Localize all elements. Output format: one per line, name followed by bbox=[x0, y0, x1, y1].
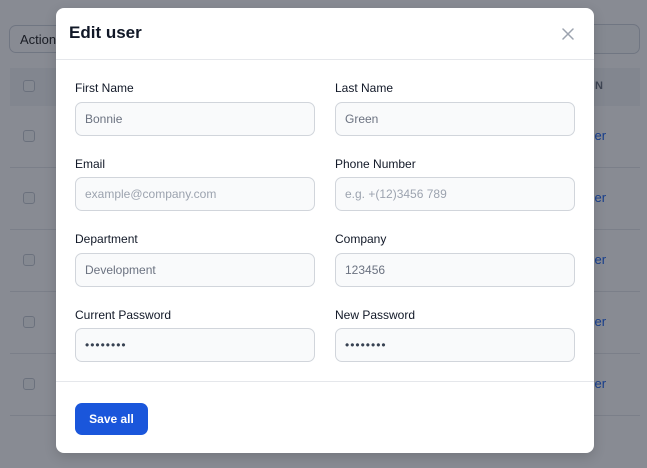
save-all-button[interactable]: Save all bbox=[75, 403, 148, 435]
email-input[interactable] bbox=[75, 177, 315, 211]
close-icon bbox=[562, 28, 574, 40]
email-label: Email bbox=[75, 157, 106, 171]
modal-footer: Save all bbox=[56, 381, 594, 453]
close-button[interactable] bbox=[558, 24, 578, 44]
last-name-input[interactable] bbox=[335, 102, 575, 136]
first-name-input[interactable] bbox=[75, 102, 315, 136]
edit-user-modal: Edit user First Name Last Name Email Pho… bbox=[56, 8, 594, 453]
modal-title: Edit user bbox=[69, 23, 142, 42]
phone-number-label: Phone Number bbox=[335, 157, 416, 171]
department-label: Department bbox=[75, 232, 138, 246]
company-input[interactable] bbox=[335, 253, 575, 287]
modal-header: Edit user bbox=[56, 8, 594, 60]
current-password-input[interactable] bbox=[75, 328, 315, 362]
company-label: Company bbox=[335, 232, 387, 246]
current-password-label: Current Password bbox=[75, 308, 172, 322]
new-password-label: New Password bbox=[335, 308, 416, 322]
last-name-label: Last Name bbox=[335, 81, 394, 95]
phone-number-input[interactable] bbox=[335, 177, 575, 211]
new-password-input[interactable] bbox=[335, 328, 575, 362]
department-input[interactable] bbox=[75, 253, 315, 287]
first-name-label: First Name bbox=[75, 81, 134, 95]
